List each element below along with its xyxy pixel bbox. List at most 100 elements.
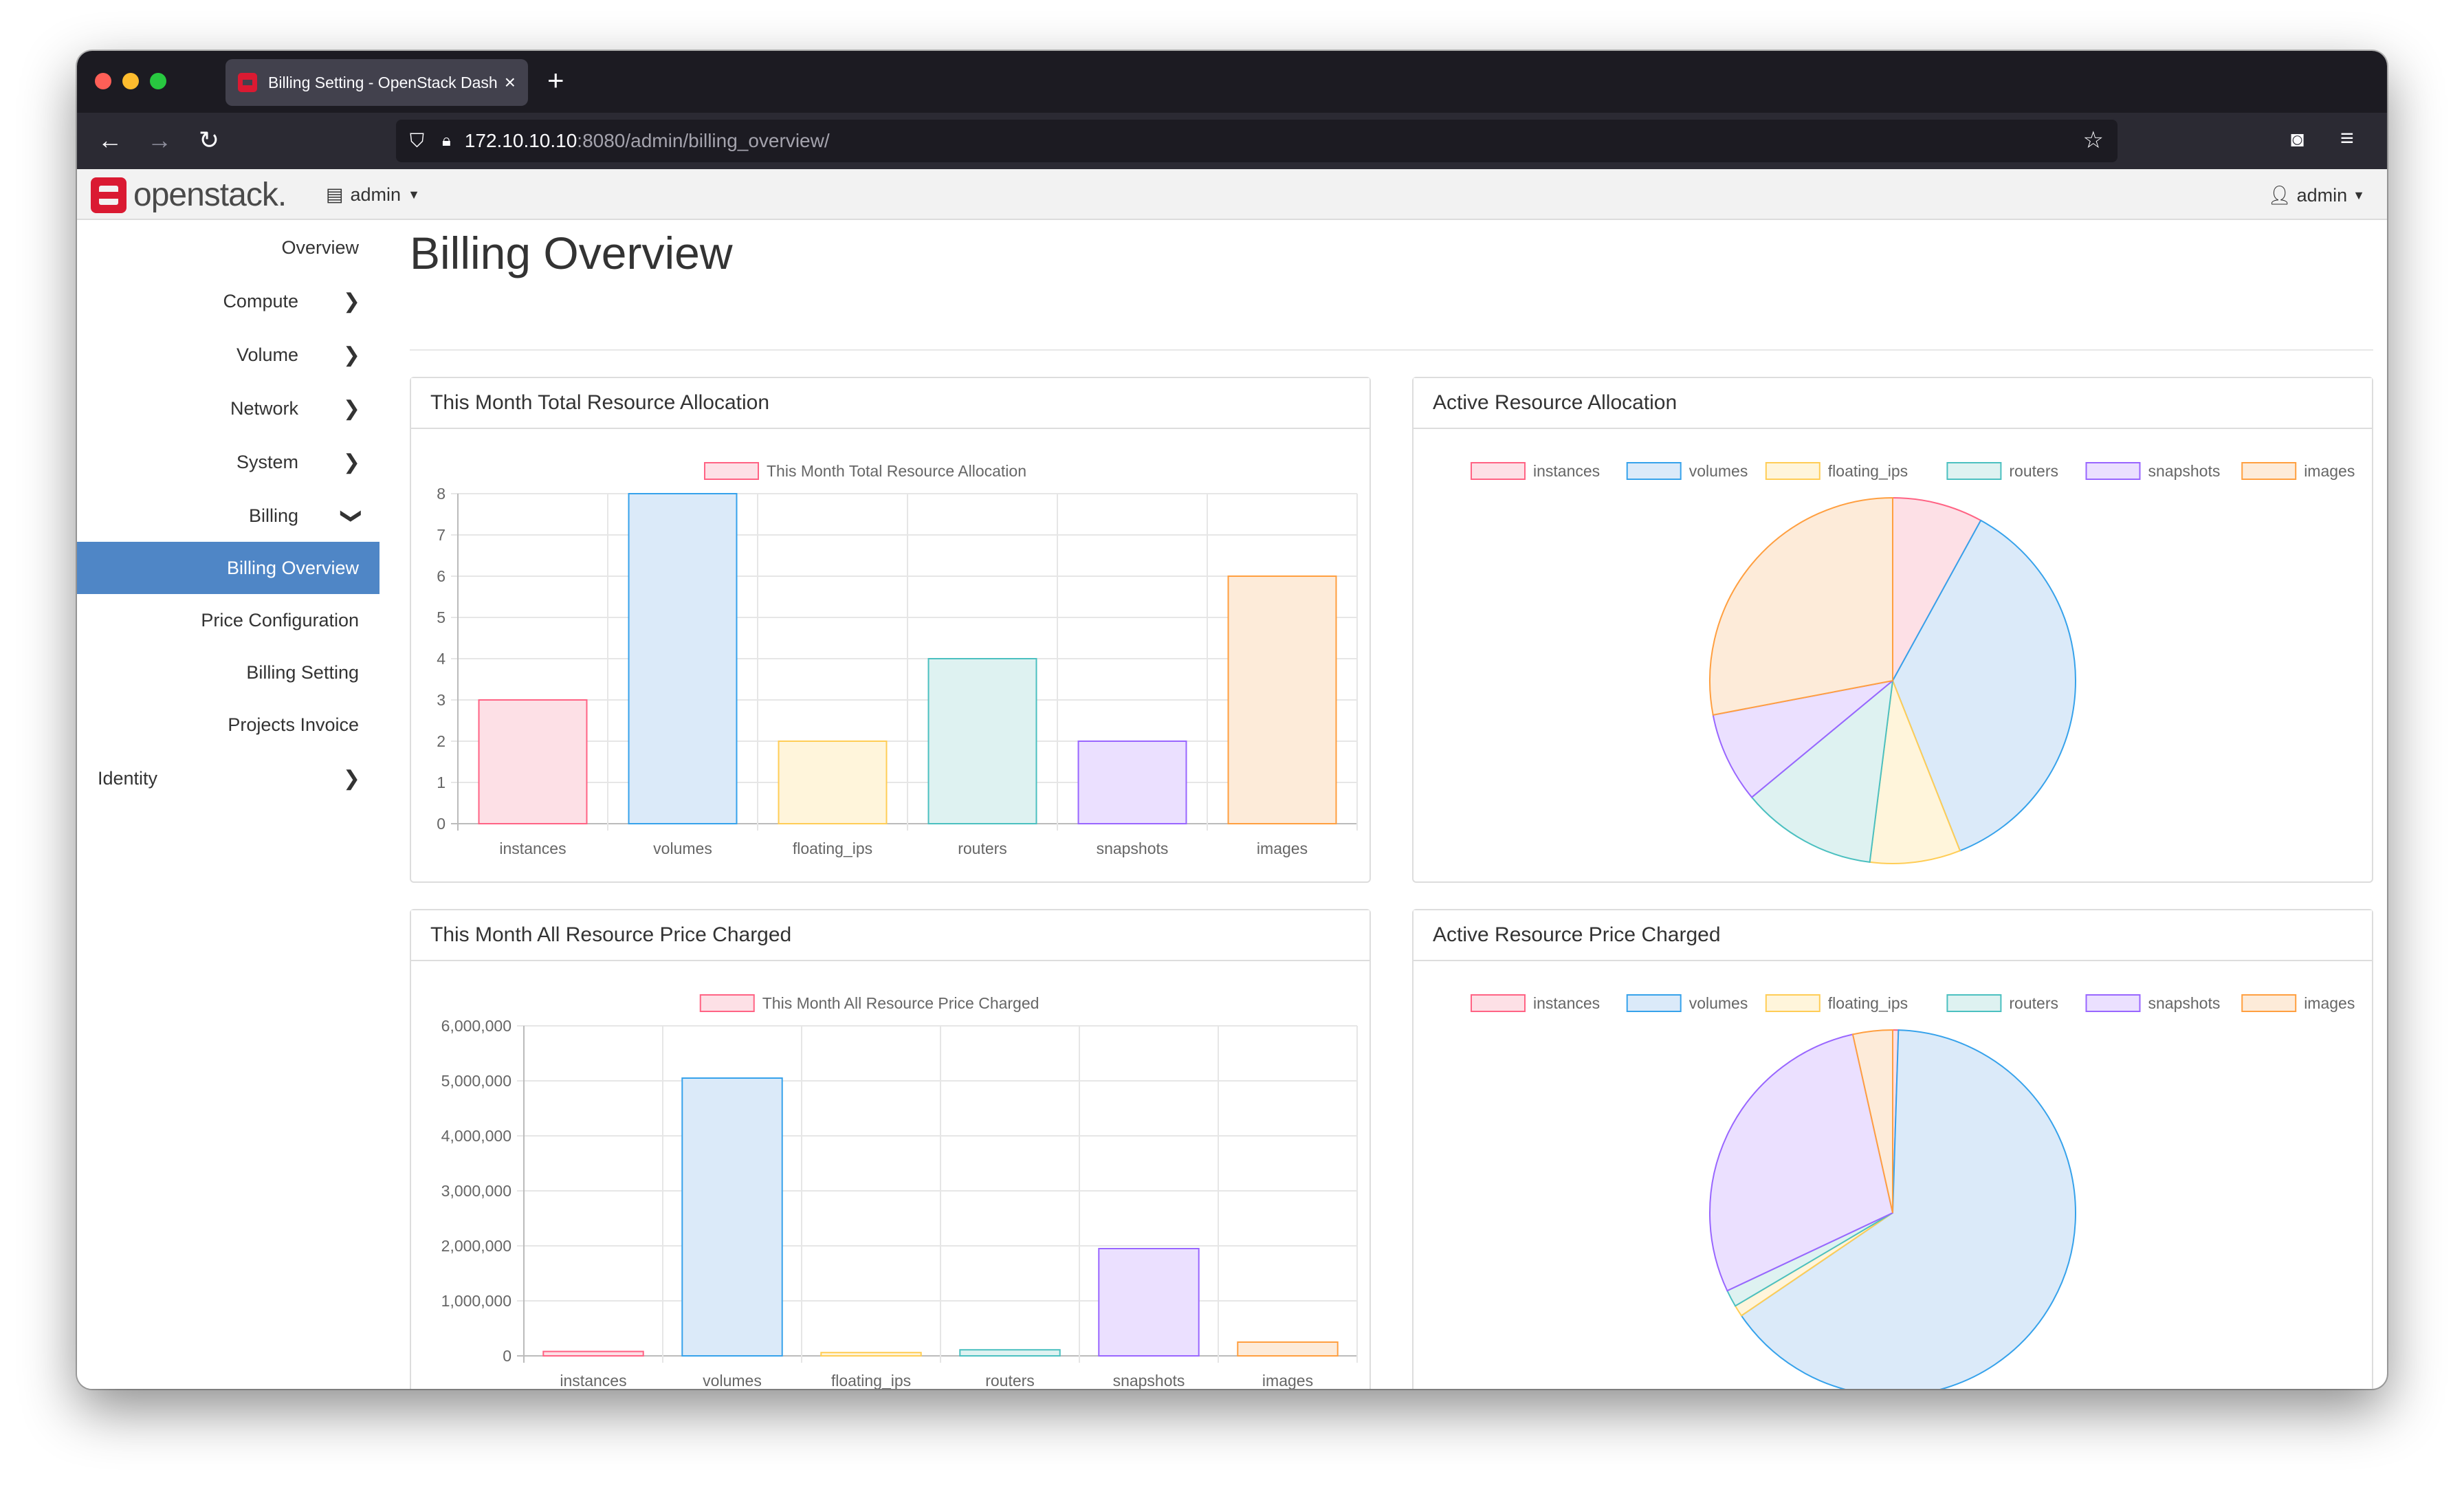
sidebar-item-label: System [236, 451, 298, 472]
y-tick-label: 1 [437, 774, 446, 791]
sidebar-item-network[interactable]: Network ❯ [77, 382, 380, 435]
chevron-right-icon: ❯ [342, 450, 360, 474]
y-tick-label: 3 [437, 691, 446, 709]
bar-floating_ips [820, 1352, 922, 1357]
x-tick-label: instances [560, 1372, 626, 1389]
x-tick-label: instances [499, 840, 566, 857]
openstack-logo[interactable]: openstack. [91, 176, 287, 214]
panel-title: Active Resource Allocation [1414, 378, 2372, 429]
bookmark-star-icon[interactable]: ☆ [2083, 127, 2104, 154]
y-tick-label: 2,000,000 [441, 1237, 512, 1255]
y-tick-label: 1,000,000 [441, 1292, 512, 1310]
legend-swatch [2241, 994, 2297, 1012]
new-tab-icon[interactable]: + [547, 63, 564, 98]
forward-arrow-icon[interactable]: → [144, 125, 175, 155]
x-tick-label: images [1262, 1372, 1313, 1389]
y-tick-label: 8 [437, 485, 446, 503]
maximize-window-button[interactable] [150, 73, 166, 89]
x-tick-label: routers [958, 840, 1007, 857]
pocket-icon[interactable]: ◙ [2291, 127, 2304, 152]
chevron-right-icon: ❯ [342, 343, 360, 366]
y-tick-label: 5,000,000 [441, 1072, 512, 1090]
panel-title: This Month All Resource Price Charged [411, 910, 1370, 961]
sidebar-item-label: Price Configuration [201, 609, 359, 630]
project-name: admin [350, 184, 402, 205]
shield-icon[interactable]: ⛉ [410, 130, 424, 153]
bar-chart-price-charged: This Month All Resource Price Charged 0 1,… [441, 994, 1358, 1389]
chevron-right-icon: ❯ [342, 767, 360, 790]
url-host: 172.10.10.10 [464, 130, 578, 151]
legend-swatch [1471, 462, 1526, 480]
sidebar-item-billing-overview[interactable]: Billing Overview [77, 542, 380, 594]
sidebar-item-volume[interactable]: Volume ❯ [77, 329, 380, 381]
bar-instances [542, 1350, 644, 1357]
address-bar[interactable]: ⛉ 🔒︎ 172.10.10.10:8080/admin/billing_ove… [396, 120, 2118, 162]
project-list-icon: ▤ [326, 184, 344, 205]
project-dropdown[interactable]: ▤ admin ▼ [326, 184, 420, 206]
legend-label: This Month Total Resource Allocation [767, 462, 1026, 480]
legend-label: routers [2009, 994, 2058, 1012]
sidebar-item-label: Compute [223, 290, 298, 311]
navigation-bar: ← → ↻ ⛉ 🔒︎ 172.10.10.10:8080/admin/billi… [77, 113, 2387, 169]
bar-chart-total-allocation: This Month Total Resource Allocation 0 1 2 3… [437, 462, 1358, 857]
minimize-window-button[interactable] [122, 73, 139, 89]
sidebar-item-label: Billing [248, 505, 298, 526]
sidebar-item-system[interactable]: System ❯ [77, 436, 380, 488]
panel-title: Active Resource Price Charged [1414, 910, 2372, 961]
x-tick-label: snapshots [1097, 840, 1169, 857]
page-title: Billing Overview [410, 228, 733, 278]
close-tab-icon[interactable]: × [505, 72, 516, 94]
x-tick-label: routers [985, 1372, 1035, 1389]
browser-tab[interactable]: Billing Setting - OpenStack Dash × [226, 59, 528, 106]
x-tick-label: floating_ips [793, 840, 872, 857]
sidebar-item-billing[interactable]: Billing ❯ [77, 490, 380, 542]
panel-active-price-charged: Active Resource Price Charged instances v… [1412, 909, 2373, 1389]
legend-swatch [2241, 462, 2297, 480]
logo-text: openstack. [133, 177, 287, 213]
sidebar: Overview Compute ❯ Volume ❯ Network ❯ Sy… [77, 221, 380, 1389]
pie-chart-active-allocation: instances volumes floating_ips routers snaps… [1471, 462, 2355, 864]
x-tick-label: images [1257, 840, 1308, 857]
close-window-button[interactable] [95, 73, 111, 89]
chevron-right-icon: ❯ [342, 397, 360, 420]
legend-swatch [1946, 994, 2002, 1012]
sidebar-item-label: Billing Overview [226, 557, 359, 578]
sidebar-item-projects-invoice[interactable]: Projects Invoice [77, 699, 380, 751]
panel-total-allocation: This Month Total Resource Allocation Thi… [410, 377, 1371, 883]
bar-routers [959, 1349, 1061, 1357]
bar-volumes [681, 1077, 783, 1357]
panel-active-allocation: Active Resource Allocation instances volu… [1412, 377, 2373, 883]
bar-images [1237, 1341, 1339, 1357]
hamburger-menu-icon[interactable]: ≡ [2340, 125, 2354, 152]
legend-swatch [1946, 462, 2002, 480]
title-divider [410, 349, 2373, 351]
y-tick-label: 6 [437, 567, 446, 585]
y-tick-label: 7 [437, 526, 446, 544]
panel-price-charged: This Month All Resource Price Charged Th… [410, 909, 1371, 1389]
openstack-favicon-icon [238, 73, 257, 92]
x-tick-label: snapshots [1113, 1372, 1185, 1389]
legend-label: routers [2009, 462, 2058, 480]
user-dropdown[interactable]: 👤︎ admin ▼ [2267, 184, 2365, 206]
sidebar-item-compute[interactable]: Compute ❯ [77, 275, 380, 327]
y-tick-label: 3,000,000 [441, 1182, 512, 1200]
legend-swatch [2085, 994, 2141, 1012]
y-tick-label: 4 [437, 650, 446, 668]
legend-swatch [704, 462, 759, 480]
back-arrow-icon[interactable]: ← [95, 125, 125, 155]
x-tick-label: volumes [703, 1372, 762, 1389]
sidebar-item-price-configuration[interactable]: Price Configuration [77, 594, 380, 646]
legend-label: floating_ips [1828, 994, 1908, 1012]
bar-volumes [628, 493, 738, 824]
reload-icon[interactable]: ↻ [194, 125, 224, 155]
legend-swatch [699, 994, 755, 1012]
sidebar-item-label: Projects Invoice [228, 714, 359, 735]
x-tick-label: volumes [653, 840, 712, 857]
sidebar-item-label: Identity [98, 767, 158, 789]
sidebar-item-overview[interactable]: Overview [77, 221, 380, 274]
pie-slice-images [1709, 496, 1893, 716]
sidebar-item-identity[interactable]: Identity ❯ [77, 752, 380, 804]
lock-icon[interactable]: 🔒︎ [442, 131, 451, 151]
legend-label: instances [1533, 994, 1600, 1012]
sidebar-item-billing-setting[interactable]: Billing Setting [77, 646, 380, 699]
